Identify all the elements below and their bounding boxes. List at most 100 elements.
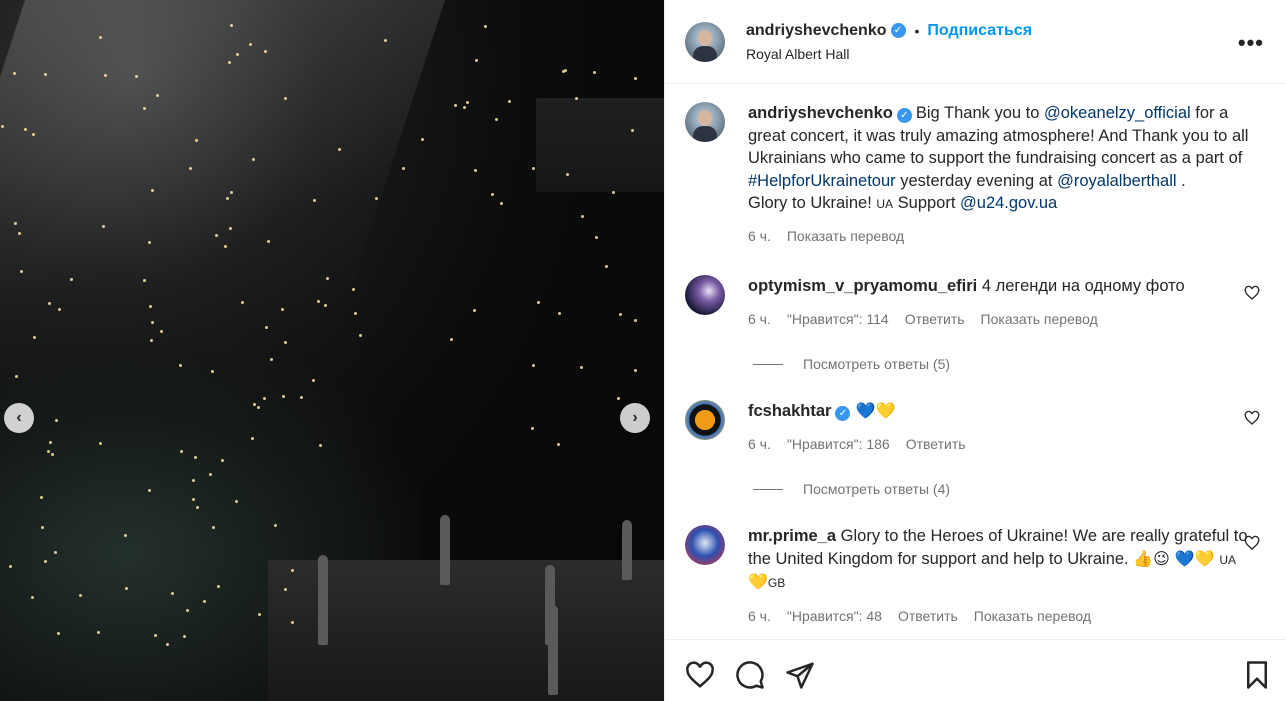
comments-list[interactable]: andriyshevchenko ✓ Big Thank you to @okean… xyxy=(665,84,1286,639)
phone-light xyxy=(450,338,453,341)
phone-light xyxy=(97,631,100,634)
like-comment-heart-icon[interactable] xyxy=(1244,410,1260,426)
phone-light xyxy=(317,300,320,303)
commenter-avatar[interactable] xyxy=(685,400,725,440)
phone-light xyxy=(148,241,151,244)
phone-light xyxy=(166,643,169,646)
next-photo-button[interactable]: › xyxy=(620,403,650,433)
commenter-avatar[interactable] xyxy=(685,525,725,565)
phone-light xyxy=(291,569,294,572)
reply-button[interactable]: Ответить xyxy=(898,605,958,628)
phone-light xyxy=(195,139,198,142)
verified-badge-icon: ✓ xyxy=(896,108,912,123)
flag-gb-icon: GB xyxy=(767,576,786,590)
more-options-icon[interactable]: ••• xyxy=(1238,30,1264,56)
phone-light xyxy=(612,191,615,194)
comment-likes[interactable]: "Нравится": 186 xyxy=(787,433,890,456)
like-comment-heart-icon[interactable] xyxy=(1244,285,1260,301)
phone-light xyxy=(575,97,578,100)
comment-time[interactable]: 6 ч. xyxy=(748,308,771,331)
mention-link[interactable]: @okeanelzy_official xyxy=(1044,104,1191,122)
phone-light xyxy=(595,236,598,239)
hashtag-link[interactable]: #HelpforUkrainetour xyxy=(748,172,896,190)
mention-link[interactable]: @u24.gov.ua xyxy=(960,194,1057,212)
comment-time[interactable]: 6 ч. xyxy=(748,605,771,628)
phone-light xyxy=(500,202,503,205)
phone-light xyxy=(634,77,637,80)
phone-light xyxy=(229,227,232,230)
phone-light xyxy=(359,334,362,337)
phone-light xyxy=(313,199,316,202)
reply-button[interactable]: Ответить xyxy=(905,308,965,331)
phone-light xyxy=(252,158,255,161)
caption-time[interactable]: 6 ч. xyxy=(748,225,771,248)
phone-light xyxy=(51,453,54,456)
post-photo[interactable]: ‹ › xyxy=(0,0,664,701)
performer-figure xyxy=(622,520,632,580)
caption-text: Support xyxy=(893,194,961,212)
location-link[interactable]: Royal Albert Hall xyxy=(746,46,1032,62)
comment-likes[interactable]: "Нравится": 114 xyxy=(787,308,889,331)
comment-likes[interactable]: "Нравится": 48 xyxy=(787,605,882,628)
phone-light xyxy=(192,479,195,482)
bookmark-icon[interactable] xyxy=(1242,660,1272,690)
phone-light xyxy=(291,621,294,624)
phone-light xyxy=(58,308,61,311)
phone-light xyxy=(319,444,322,447)
view-replies-button[interactable]: Посмотреть ответы (5) xyxy=(753,356,1266,372)
author-avatar[interactable] xyxy=(685,21,725,62)
phone-light xyxy=(186,609,189,612)
phone-light xyxy=(508,100,511,103)
instagram-post: ‹ › andriyshevchenko ✓ • Подписаться Roy… xyxy=(0,0,1286,701)
phone-light xyxy=(580,366,583,369)
phone-light xyxy=(226,197,229,200)
phone-light xyxy=(557,443,560,446)
commenter-avatar[interactable] xyxy=(685,275,725,315)
show-translation-button[interactable]: Показать перевод xyxy=(787,225,904,248)
verified-badge-icon: ✓ xyxy=(835,406,851,421)
commenter-username[interactable]: optymism_v_pryamomu_efiri xyxy=(748,277,977,295)
phone-light xyxy=(31,596,34,599)
comment-emoji: 👍😉 💙💛 xyxy=(1133,548,1215,568)
phone-light xyxy=(179,364,182,367)
phone-light xyxy=(192,498,195,501)
mention-link[interactable]: @royalalberthall xyxy=(1057,172,1176,190)
author-username[interactable]: andriyshevchenko xyxy=(746,22,887,40)
view-replies-label: Посмотреть ответы (5) xyxy=(803,356,951,372)
phone-light xyxy=(263,397,266,400)
phone-light xyxy=(150,339,153,342)
previous-photo-button[interactable]: ‹ xyxy=(4,403,34,433)
phone-light xyxy=(558,312,561,315)
caption-username[interactable]: andriyshevchenko xyxy=(748,104,893,122)
commenter-username[interactable]: fcshakhtar xyxy=(748,402,831,420)
view-replies-button[interactable]: Посмотреть ответы (4) xyxy=(753,481,1266,497)
reply-button[interactable]: Ответить xyxy=(906,433,966,456)
comment-time[interactable]: 6 ч. xyxy=(748,433,771,456)
phone-light xyxy=(154,634,157,637)
comment-icon[interactable] xyxy=(735,660,765,690)
replies-divider xyxy=(753,363,783,365)
phone-light xyxy=(474,169,477,172)
commenter-username[interactable]: mr.prime_a xyxy=(748,527,836,545)
phone-light xyxy=(402,167,405,170)
share-icon[interactable] xyxy=(785,660,815,690)
performer-figure xyxy=(318,555,328,645)
phone-light xyxy=(300,396,303,399)
like-comment-heart-icon[interactable] xyxy=(1244,535,1260,551)
heart-icon[interactable] xyxy=(685,660,715,690)
phone-light xyxy=(312,379,315,382)
view-replies-label: Посмотреть ответы (4) xyxy=(803,481,951,497)
phone-light xyxy=(274,524,277,527)
phone-light xyxy=(463,106,466,109)
flag-ua-icon: UA xyxy=(876,197,894,211)
phone-light xyxy=(14,222,17,225)
flag-ua-icon: UA xyxy=(1219,552,1237,567)
phone-light xyxy=(491,193,494,196)
follow-button[interactable]: Подписаться xyxy=(927,22,1032,40)
phone-light xyxy=(203,600,206,603)
show-translation-button[interactable]: Показать перевод xyxy=(974,605,1091,628)
show-translation-button[interactable]: Показать перевод xyxy=(981,308,1098,331)
author-avatar[interactable] xyxy=(685,102,725,142)
phone-light xyxy=(183,635,186,638)
phone-light xyxy=(473,309,476,312)
